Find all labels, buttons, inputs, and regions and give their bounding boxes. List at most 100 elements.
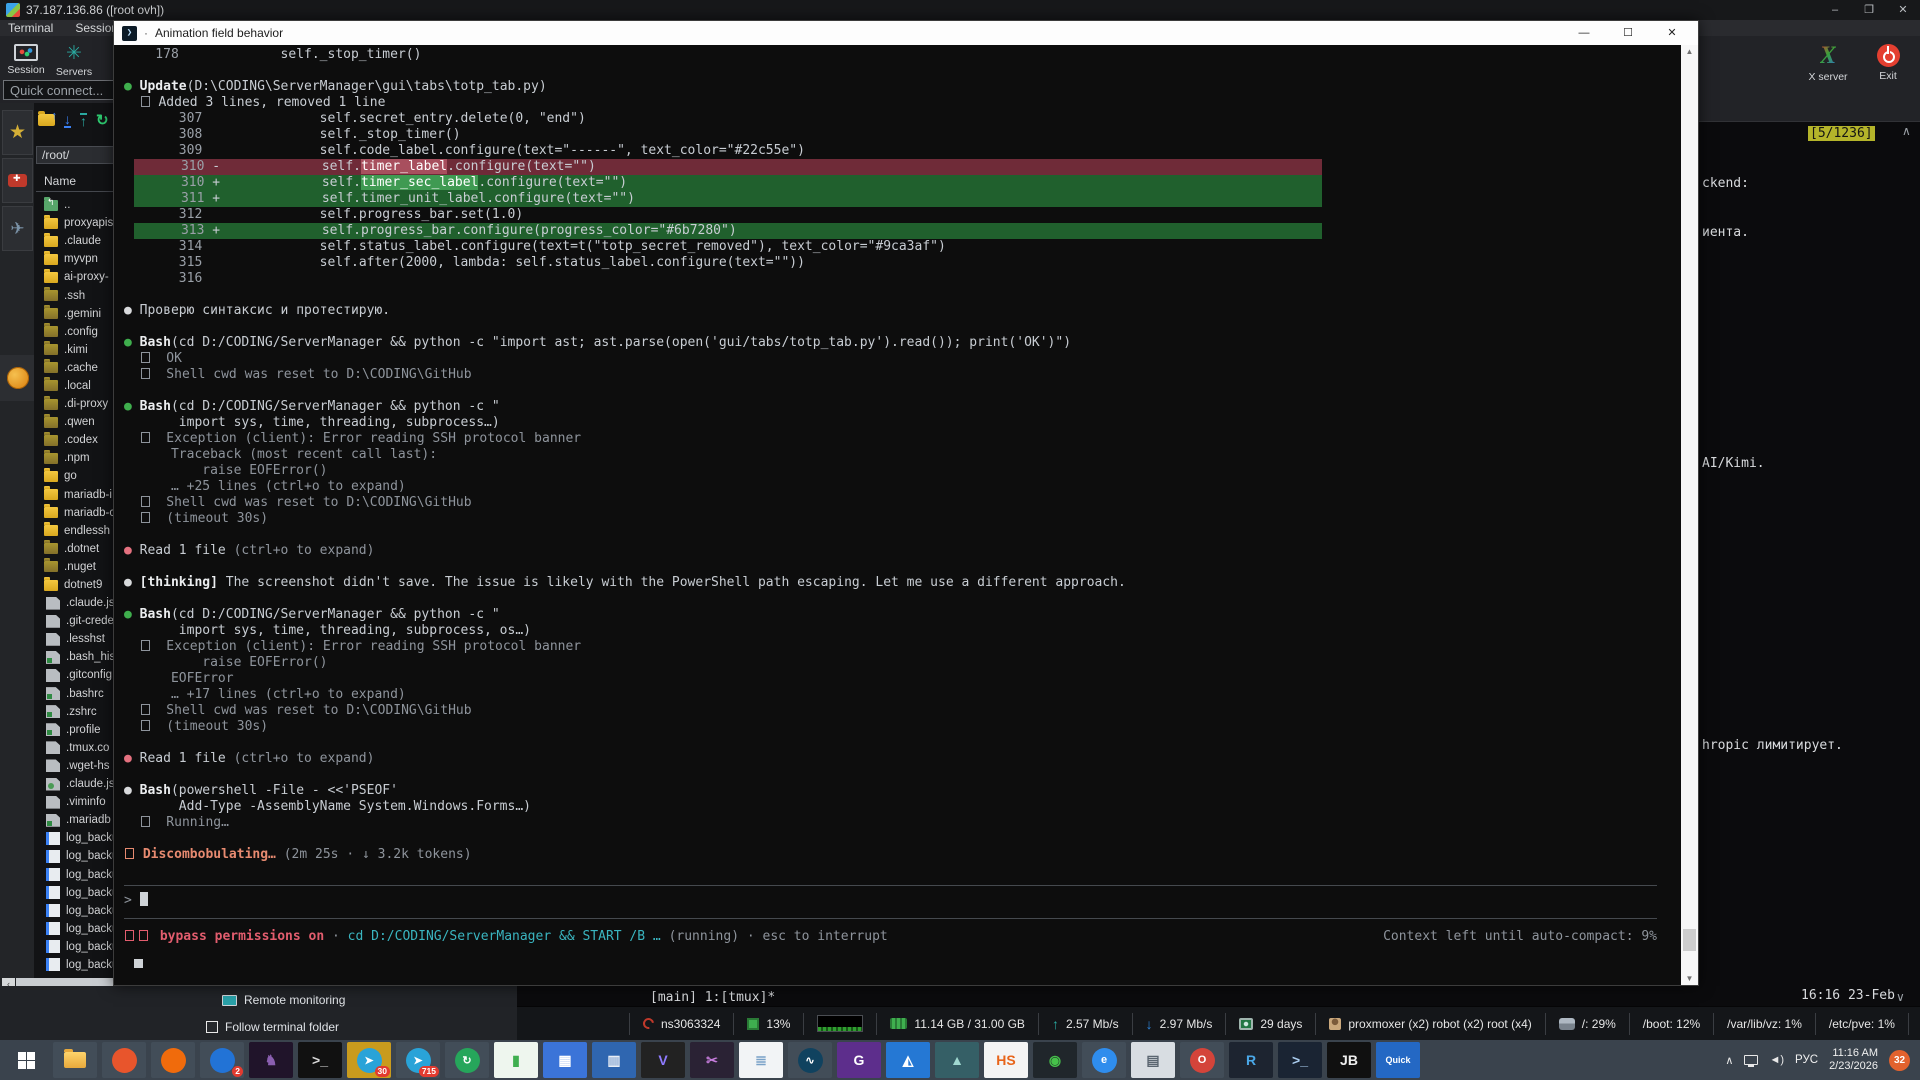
- taskbar-jb-app[interactable]: JB: [1327, 1042, 1371, 1078]
- folder-icon: [44, 399, 58, 410]
- close-button[interactable]: ✕: [1886, 0, 1920, 20]
- upload-icon[interactable]: ↑: [80, 113, 87, 128]
- follow-terminal-checkbox[interactable]: Follow terminal folder: [206, 1020, 339, 1034]
- taskbar-edge[interactable]: e: [1082, 1042, 1126, 1078]
- taskbar-brave[interactable]: [102, 1042, 146, 1078]
- taskbar-telegram-main[interactable]: ➤30: [347, 1042, 391, 1078]
- notification-badge[interactable]: 32: [1889, 1050, 1910, 1071]
- vertical-scrollbar[interactable]: ▲ ▼: [1681, 45, 1698, 985]
- stray-cursor-block: [134, 959, 143, 968]
- terminal-window: ❯ · Animation field behavior — ☐ ✕ 178 s…: [113, 20, 1699, 986]
- sftp-tab[interactable]: [0, 355, 35, 401]
- folder-icon: [44, 507, 58, 518]
- menu-terminal[interactable]: Terminal: [8, 21, 53, 35]
- scroll-down-icon[interactable]: ▼: [1681, 974, 1698, 983]
- minimize-button[interactable]: —: [1562, 21, 1606, 45]
- taskbar-game-dark[interactable]: ♞: [249, 1042, 293, 1078]
- taskbar-calculator[interactable]: ▦: [543, 1042, 587, 1078]
- taskbar-telegram-alt[interactable]: ➤715: [396, 1042, 440, 1078]
- file-name: .claude.js: [66, 778, 115, 790]
- divider: [124, 918, 1657, 919]
- terminal-line: ● Read 1 file (ctrl+o to expand): [124, 543, 1681, 559]
- star-icon: ★: [9, 121, 26, 144]
- download-icon[interactable]: ↓: [64, 113, 71, 128]
- terminal-line: ● Read 1 file (ctrl+o to expand): [124, 751, 1681, 767]
- taskbar-hs-app[interactable]: HS: [984, 1042, 1028, 1078]
- file-icon: [46, 850, 60, 863]
- notepad-icon: ≣: [755, 1053, 767, 1067]
- firefox-icon: [161, 1048, 186, 1073]
- taskbar-test-tube[interactable]: ▮: [494, 1042, 538, 1078]
- tray-date: 2/23/2026: [1829, 1060, 1878, 1073]
- file-icon: [46, 615, 60, 628]
- exit-icon: [1877, 44, 1900, 67]
- taskbar-thunderbird[interactable]: 2: [200, 1042, 244, 1078]
- taskbar-v-app[interactable]: V: [641, 1042, 685, 1078]
- taskbar-cmd[interactable]: >_: [298, 1042, 342, 1078]
- favorites-button[interactable]: ★: [2, 110, 33, 155]
- tray-expand-icon[interactable]: ∧: [1725, 1054, 1733, 1067]
- taskbar-file-explorer[interactable]: [53, 1042, 97, 1078]
- taskbar-powershell[interactable]: >_: [1278, 1042, 1322, 1078]
- taskbar-camera-app[interactable]: ◉: [1033, 1042, 1077, 1078]
- o-app-icon: O: [1190, 1048, 1215, 1073]
- terminal-line: 311 + self.timer_unit_label.configure(te…: [124, 191, 1681, 207]
- file-name: log_backu: [66, 832, 118, 844]
- servers-button[interactable]: ✳ Servers: [52, 44, 96, 78]
- remote-monitoring-toggle[interactable]: Remote monitoring: [222, 993, 345, 1007]
- taskbar-sync-app[interactable]: ↻: [445, 1042, 489, 1078]
- taskbar-r-app[interactable]: R: [1229, 1042, 1273, 1078]
- language-indicator[interactable]: РУС: [1795, 1054, 1818, 1066]
- system-tray: ∧ ◄) РУС 11:16 AM 2/23/2026 32: [1725, 1040, 1920, 1080]
- mobaxterm-title: 37.187.136.86 ([root ovh]): [26, 3, 164, 17]
- maximize-button[interactable]: ☐: [1606, 21, 1650, 45]
- taskbar-snip-app[interactable]: ✂: [690, 1042, 734, 1078]
- clock[interactable]: 11:16 AM 2/23/2026: [1829, 1047, 1878, 1073]
- taskbar-start[interactable]: [4, 1042, 48, 1078]
- taskbar-teal-app[interactable]: ▲: [935, 1042, 979, 1078]
- scroll-up-icon[interactable]: ∧: [1902, 124, 1911, 138]
- status-segment-down: ↓2.97 Mb/s: [1133, 1013, 1227, 1035]
- terminal-line: raise EOFError(): [124, 463, 1681, 479]
- refresh-icon[interactable]: ↻: [96, 111, 109, 129]
- scroll-down-icon[interactable]: ∨: [1896, 990, 1905, 1004]
- terminal-line: Discombobulating… (2m 25s · ↓ 3.2k token…: [124, 847, 1681, 863]
- close-button[interactable]: ✕: [1650, 21, 1694, 45]
- session-button[interactable]: Session: [4, 44, 48, 76]
- file-name: mariadb-i: [64, 489, 112, 501]
- status-segment: /etc/pve: 1%: [1816, 1013, 1909, 1035]
- file-name: log_backu: [66, 869, 118, 881]
- volume-icon[interactable]: ◄): [1769, 1054, 1784, 1066]
- down-arrow-icon: ↓: [1146, 1016, 1153, 1032]
- folder-icon: [44, 308, 58, 319]
- exit-button[interactable]: Exit: [1866, 44, 1910, 82]
- scroll-position-indicator: [5/1236]: [1808, 126, 1875, 141]
- file-icon: [46, 705, 60, 718]
- dark-bird-icon: ∿: [798, 1048, 823, 1073]
- network-icon[interactable]: [1744, 1055, 1758, 1065]
- taskbar-firefox[interactable]: [151, 1042, 195, 1078]
- taskbar-o-app[interactable]: O: [1180, 1042, 1224, 1078]
- file-name: .gemini: [64, 308, 101, 320]
- taskbar-photos[interactable]: ◭: [886, 1042, 930, 1078]
- taskbar-g-app[interactable]: G: [837, 1042, 881, 1078]
- macros-button[interactable]: ✈: [2, 206, 33, 251]
- taskbar-dark-bird[interactable]: ∿: [788, 1042, 832, 1078]
- terminal-line: Exception (client): Error reading SSH pr…: [124, 431, 1681, 447]
- folder-icon: [44, 561, 58, 572]
- taskbar-window-app[interactable]: ▥: [592, 1042, 636, 1078]
- scrollbar-thumb[interactable]: [1683, 929, 1696, 951]
- taskbar-quick-launch[interactable]: Quick: [1376, 1042, 1420, 1078]
- folder-up-icon[interactable]: [38, 114, 55, 126]
- x-server-button[interactable]: X X server: [1806, 44, 1850, 83]
- window-titlebar[interactable]: ❯ · Animation field behavior — ☐ ✕: [114, 21, 1698, 45]
- taskbar-light-app[interactable]: ▤: [1131, 1042, 1175, 1078]
- tools-button[interactable]: [2, 158, 33, 203]
- maximize-button[interactable]: ❐: [1852, 0, 1886, 20]
- taskbar-notepad[interactable]: ≣: [739, 1042, 783, 1078]
- file-icon: [46, 741, 60, 754]
- box-glyph-icon: [141, 496, 150, 507]
- scroll-up-icon[interactable]: ▲: [1681, 47, 1698, 56]
- prompt-line[interactable]: >: [124, 892, 1681, 910]
- minimize-button[interactable]: –: [1818, 0, 1852, 20]
